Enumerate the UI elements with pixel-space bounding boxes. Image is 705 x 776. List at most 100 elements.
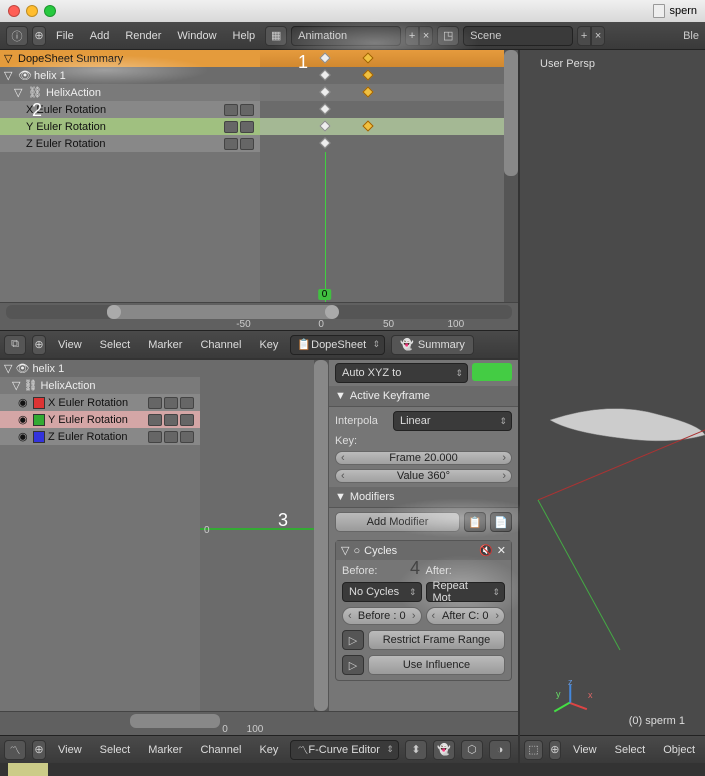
key-value-field[interactable]: Value 360° bbox=[335, 469, 512, 483]
graph-scroll-h[interactable] bbox=[130, 714, 220, 728]
menu-object[interactable]: Object bbox=[657, 740, 701, 760]
expand-icon[interactable]: ⊕ bbox=[32, 335, 46, 355]
mod-icon[interactable] bbox=[180, 414, 194, 426]
mute-icon[interactable] bbox=[224, 121, 238, 133]
dopesheet-key-area[interactable]: 0 1 bbox=[260, 50, 518, 302]
lock-icon[interactable] bbox=[240, 104, 254, 116]
delete-screen-icon[interactable]: × bbox=[419, 26, 433, 46]
paste-modifiers-icon[interactable]: 📄 bbox=[490, 512, 512, 532]
normalize-icon[interactable]: ⬍ bbox=[405, 740, 427, 760]
key-frame-field[interactable]: Frame 20.000 bbox=[335, 451, 512, 465]
graph-channel-x[interactable]: ◉X Euler Rotation bbox=[0, 394, 200, 411]
menu-add[interactable]: Add bbox=[84, 26, 116, 46]
add-modifier-label: Add Modifier bbox=[367, 516, 429, 528]
editor-type-icon[interactable]: ⓘ bbox=[6, 26, 28, 46]
restrict-expand-icon[interactable]: ▷ bbox=[342, 630, 364, 650]
dopesheet-ruler[interactable]: -50 0 50 100 bbox=[0, 302, 518, 330]
menu-marker[interactable]: Marker bbox=[142, 740, 188, 760]
graph-action-row[interactable]: ▽⛓HelixAction bbox=[0, 377, 200, 394]
expand-icon[interactable]: ⊕ bbox=[32, 740, 46, 760]
delete-scene-icon[interactable]: × bbox=[591, 26, 605, 46]
graph-object-row[interactable]: ▽👁helix 1 bbox=[0, 360, 200, 377]
mod-icon[interactable] bbox=[180, 431, 194, 443]
mute-icon[interactable] bbox=[148, 397, 162, 409]
use-influence-button[interactable]: Use Influence bbox=[368, 655, 505, 675]
menu-view[interactable]: View bbox=[567, 740, 603, 760]
mod-icon[interactable] bbox=[180, 397, 194, 409]
menu-window[interactable]: Window bbox=[171, 26, 222, 46]
mute-icon[interactable] bbox=[148, 414, 162, 426]
add-scene-icon[interactable]: + bbox=[577, 26, 591, 46]
menu-view[interactable]: View bbox=[52, 740, 88, 760]
zoom-window-icon[interactable] bbox=[44, 5, 56, 17]
menu-render[interactable]: Render bbox=[119, 26, 167, 46]
scene-browse-icon[interactable]: ◳ bbox=[437, 26, 459, 46]
dopesheet-mode-dropdown[interactable]: 📋DopeSheet bbox=[290, 335, 385, 355]
lock-icon[interactable] bbox=[240, 138, 254, 150]
dope-scroll-h[interactable] bbox=[6, 305, 512, 319]
menu-select[interactable]: Select bbox=[94, 740, 137, 760]
modifiers-panel-header[interactable]: ▼Modifiers bbox=[329, 487, 518, 508]
lock-icon[interactable] bbox=[164, 431, 178, 443]
editor-type-graph-icon[interactable]: 〽 bbox=[4, 740, 26, 760]
menu-select[interactable]: Select bbox=[609, 740, 652, 760]
expand-icon[interactable]: ⊕ bbox=[549, 740, 561, 760]
mute-modifier-icon[interactable]: 🔇 bbox=[479, 544, 493, 557]
3d-viewport[interactable]: User Persp x y z (0) sperm 1 ⬚ ⊕ View Se… bbox=[520, 50, 705, 763]
expand-menu-icon[interactable]: ⊕ bbox=[32, 26, 46, 46]
mute-icon[interactable] bbox=[224, 104, 238, 116]
summary-toggle[interactable]: 👻Summary bbox=[391, 335, 474, 355]
graph-channel-y[interactable]: ◉Y Euler Rotation bbox=[0, 411, 200, 428]
dopesheet-summary-row[interactable]: ▽DopeSheet Summary bbox=[0, 50, 260, 67]
interpolation-dropdown[interactable]: Linear bbox=[393, 411, 512, 431]
restrict-range-button[interactable]: Restrict Frame Range bbox=[368, 630, 505, 650]
menu-view[interactable]: View bbox=[52, 335, 88, 355]
selected-only-icon[interactable]: ◑ bbox=[489, 740, 511, 760]
menu-help[interactable]: Help bbox=[227, 26, 262, 46]
before-count-field[interactable]: Before : 0 bbox=[342, 607, 422, 625]
after-count-field[interactable]: After C: 0 bbox=[426, 607, 506, 625]
mute-icon[interactable] bbox=[148, 431, 162, 443]
menu-select[interactable]: Select bbox=[94, 335, 137, 355]
auto-xyz-dropdown[interactable]: Auto XYZ to bbox=[335, 363, 468, 383]
fmodifier-header[interactable]: ▽○Cycles🔇✕ bbox=[336, 541, 511, 560]
menu-key[interactable]: Key bbox=[253, 335, 284, 355]
menu-channel[interactable]: Channel bbox=[194, 335, 247, 355]
dopesheet-object-row[interactable]: ▽👁helix 1 bbox=[0, 67, 260, 84]
before-mode-dropdown[interactable]: No Cycles bbox=[342, 582, 422, 602]
scene-field[interactable]: Scene bbox=[463, 26, 573, 46]
dopesheet-channel-z[interactable]: Z Euler Rotation bbox=[0, 135, 260, 152]
active-keyframe-panel-header[interactable]: ▼Active Keyframe bbox=[329, 386, 518, 407]
screen-browse-icon[interactable]: ▦ bbox=[265, 26, 287, 46]
lock-icon[interactable] bbox=[164, 414, 178, 426]
graph-mode-dropdown[interactable]: 〽F-Curve Editor bbox=[290, 740, 399, 760]
delete-modifier-icon[interactable]: ✕ bbox=[497, 544, 506, 557]
lock-icon[interactable] bbox=[164, 397, 178, 409]
dope-scroll-v[interactable] bbox=[504, 50, 518, 302]
screen-layout-field[interactable]: Animation bbox=[291, 26, 401, 46]
handles-icon[interactable]: ⬡ bbox=[461, 740, 483, 760]
auto-color-icon[interactable] bbox=[472, 363, 512, 381]
ghost-icon[interactable]: 👻 bbox=[433, 740, 455, 760]
menu-channel[interactable]: Channel bbox=[194, 740, 247, 760]
lock-icon[interactable] bbox=[240, 121, 254, 133]
menu-key[interactable]: Key bbox=[253, 740, 284, 760]
graph-scroll-v[interactable] bbox=[314, 360, 328, 711]
mute-icon[interactable] bbox=[224, 138, 238, 150]
graph-ruler[interactable]: 0 100 bbox=[0, 711, 518, 735]
after-mode-dropdown[interactable]: Repeat Mot bbox=[426, 582, 506, 602]
dopesheet-action-row[interactable]: ▽⛓HelixAction bbox=[0, 84, 260, 101]
graph-curve-area[interactable]: 0 3 bbox=[200, 360, 328, 711]
influence-expand-icon[interactable]: ▷ bbox=[342, 655, 364, 675]
add-screen-icon[interactable]: + bbox=[405, 26, 419, 46]
close-window-icon[interactable] bbox=[8, 5, 20, 17]
menu-marker[interactable]: Marker bbox=[142, 335, 188, 355]
editor-type-3dview-icon[interactable]: ⬚ bbox=[524, 740, 543, 760]
editor-type-dopesheet-icon[interactable]: ⧉ bbox=[4, 335, 26, 355]
minimize-window-icon[interactable] bbox=[26, 5, 38, 17]
add-modifier-button[interactable]: Add Modifier bbox=[335, 512, 460, 532]
menu-file[interactable]: File bbox=[50, 26, 80, 46]
timeline-editor[interactable] bbox=[0, 763, 705, 776]
graph-channel-z[interactable]: ◉Z Euler Rotation bbox=[0, 428, 200, 445]
copy-modifiers-icon[interactable]: 📋 bbox=[464, 512, 486, 532]
